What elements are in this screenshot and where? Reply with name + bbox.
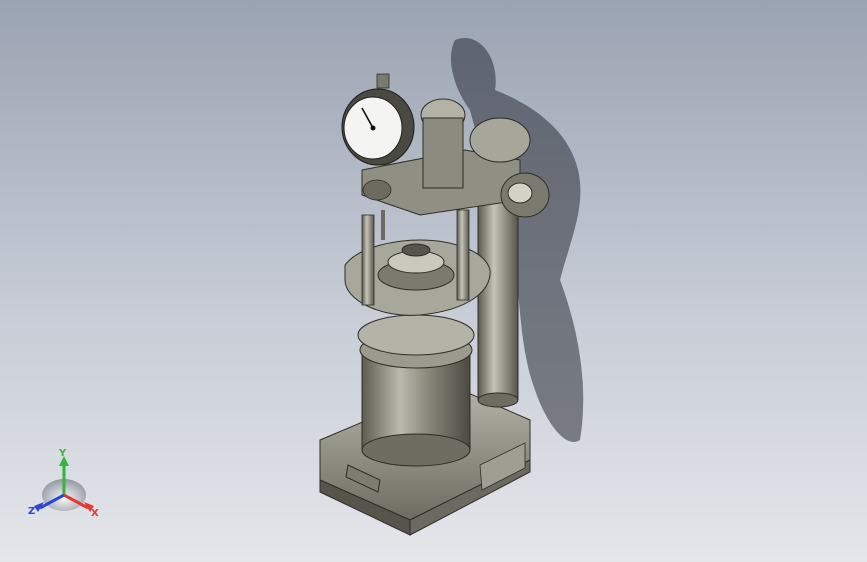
- cad-viewport[interactable]: Y X Z: [0, 0, 867, 562]
- triad-y-label: Y: [58, 448, 67, 459]
- model-scene: Y X Z: [28, 38, 584, 536]
- triad-z-label: Z: [28, 506, 35, 517]
- adjustment-knob[interactable]: [500, 172, 550, 218]
- main-cylinder[interactable]: [357, 314, 475, 467]
- coordinate-triad[interactable]: Y X Z: [28, 448, 99, 519]
- triad-x-label: X: [91, 508, 99, 519]
